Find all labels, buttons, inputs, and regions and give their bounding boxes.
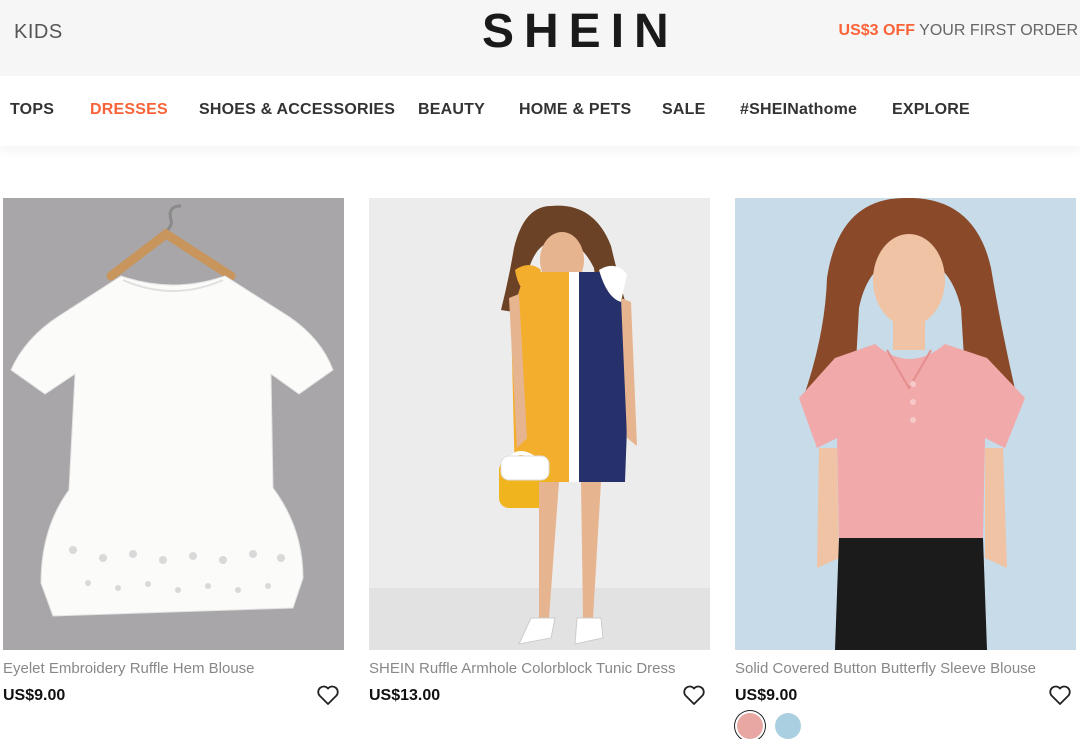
- promo-highlight: US$3 OFF: [838, 22, 916, 39]
- promo-banner[interactable]: US$3 OFF YOUR FIRST ORDER: [839, 22, 1078, 40]
- color-swatch-blue[interactable]: [775, 713, 801, 739]
- dress-illustration: [369, 205, 710, 650]
- kids-link[interactable]: KIDS: [14, 21, 63, 44]
- heart-icon[interactable]: [316, 684, 340, 706]
- product-price: US$13.00: [369, 687, 441, 704]
- blouse-model-illustration: [799, 198, 1025, 650]
- nav-item-home-pets[interactable]: HOME & PETS: [519, 101, 631, 119]
- nav-item-sheinathome[interactable]: #SHEINathome: [740, 101, 857, 119]
- nav-item-beauty[interactable]: BEAUTY: [418, 101, 485, 119]
- shein-logo[interactable]: SHEIN: [482, 4, 679, 59]
- nav-item-dresses[interactable]: DRESSES: [90, 101, 168, 119]
- heart-icon[interactable]: [1048, 684, 1072, 706]
- nav-item-shoes-accessories[interactable]: SHOES & ACCESSORIES: [199, 101, 395, 119]
- heart-icon[interactable]: [682, 684, 706, 706]
- product-image[interactable]: [369, 198, 710, 650]
- nav-item-tops[interactable]: TOPS: [10, 101, 54, 119]
- product-title[interactable]: SHEIN Ruffle Armhole Colorblock Tunic Dr…: [369, 660, 676, 677]
- main-nav: TOPS DRESSES SHOES & ACCESSORIES BEAUTY …: [0, 76, 1080, 146]
- product-title[interactable]: Solid Covered Button Butterfly Sleeve Bl…: [735, 660, 1036, 677]
- product-image[interactable]: [3, 198, 344, 650]
- product-card[interactable]: SHEIN Ruffle Armhole Colorblock Tunic Dr…: [369, 198, 710, 705]
- color-swatch-pink[interactable]: [737, 713, 763, 739]
- product-title[interactable]: Eyelet Embroidery Ruffle Hem Blouse: [3, 660, 255, 677]
- product-card[interactable]: Eyelet Embroidery Ruffle Hem Blouse US$9…: [3, 198, 344, 705]
- blouse-illustration: [10, 204, 334, 617]
- product-price: US$9.00: [3, 687, 66, 704]
- top-bar: KIDS SHEIN US$3 OFF YOUR FIRST ORDER: [0, 0, 1080, 76]
- product-price: US$9.00: [735, 687, 798, 704]
- promo-text: YOUR FIRST ORDER: [915, 22, 1078, 39]
- nav-item-sale[interactable]: SALE: [662, 101, 705, 119]
- nav-item-explore[interactable]: EXPLORE: [892, 101, 970, 119]
- product-card[interactable]: Solid Covered Button Butterfly Sleeve Bl…: [735, 198, 1076, 739]
- product-image[interactable]: [735, 198, 1076, 650]
